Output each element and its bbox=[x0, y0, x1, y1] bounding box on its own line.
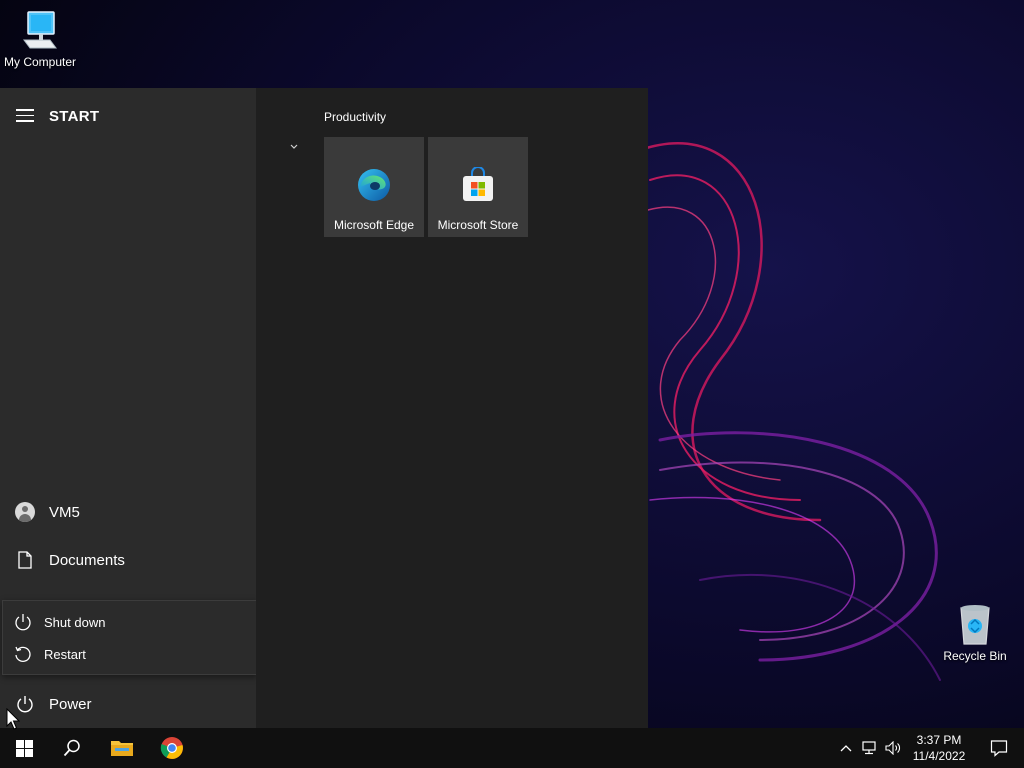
computer-icon bbox=[23, 11, 57, 49]
network-icon[interactable] bbox=[862, 740, 878, 756]
restart-label: Restart bbox=[44, 646, 86, 662]
clock-date: 11/4/2022 bbox=[912, 749, 966, 763]
taskbar: 3:37 PM 11/4/2022 bbox=[0, 728, 1024, 768]
shut-down-menu-item[interactable]: Shut down bbox=[3, 607, 256, 637]
taskbar-clock[interactable]: 3:37 PM 11/4/2022 bbox=[905, 732, 973, 764]
documents-label: Documents bbox=[49, 551, 125, 569]
search-icon bbox=[63, 739, 80, 757]
tile-label: Microsoft Edge bbox=[333, 218, 415, 232]
tile-group-label[interactable]: Productivity bbox=[324, 110, 386, 124]
power-options-menu: Shut down Restart bbox=[2, 600, 257, 675]
windows-logo-icon bbox=[15, 739, 33, 757]
power-item[interactable]: Power bbox=[0, 682, 256, 726]
user-account-item[interactable]: VM5 bbox=[0, 490, 256, 534]
start-button[interactable] bbox=[0, 728, 48, 768]
desktop-icon-label: Recycle Bin bbox=[943, 649, 1007, 663]
chevron-down-icon[interactable] bbox=[289, 143, 299, 151]
action-center-button[interactable] bbox=[974, 728, 1024, 768]
mouse-pointer-icon bbox=[6, 708, 20, 730]
user-avatar-icon bbox=[15, 502, 35, 522]
chrome-taskbar-button[interactable] bbox=[148, 728, 196, 768]
document-icon bbox=[18, 551, 32, 569]
recycle-bin-icon bbox=[960, 605, 990, 645]
notification-icon bbox=[990, 740, 1008, 757]
microsoft-edge-tile[interactable]: Microsoft Edge bbox=[324, 137, 424, 237]
start-menu-title: START bbox=[49, 108, 100, 125]
folder-icon bbox=[111, 741, 133, 756]
search-button[interactable] bbox=[48, 728, 96, 768]
tile-label: Microsoft Store bbox=[437, 218, 519, 232]
user-account-label: VM5 bbox=[49, 503, 80, 521]
power-label: Power bbox=[49, 695, 92, 713]
power-icon bbox=[15, 614, 31, 631]
start-menu-tiles-pane: Productivity Microsoft Edge Microsoft St… bbox=[256, 88, 648, 728]
volume-icon[interactable] bbox=[885, 740, 901, 756]
shut-down-label: Shut down bbox=[44, 614, 106, 630]
file-explorer-taskbar-button[interactable] bbox=[98, 728, 146, 768]
clock-time: 3:37 PM bbox=[916, 733, 962, 747]
documents-item[interactable]: Documents bbox=[0, 538, 256, 582]
desktop-icon-label: My Computer bbox=[3, 55, 77, 69]
restart-menu-item[interactable]: Restart bbox=[3, 639, 256, 669]
microsoft-store-tile[interactable]: Microsoft Store bbox=[428, 137, 528, 237]
edge-icon bbox=[358, 169, 390, 201]
restart-icon bbox=[15, 646, 31, 663]
hamburger-menu-icon[interactable] bbox=[16, 109, 34, 122]
store-icon bbox=[463, 167, 493, 201]
recycle-bin-desktop-icon[interactable]: Recycle Bin bbox=[935, 602, 1015, 663]
my-computer-desktop-icon[interactable]: My Computer bbox=[0, 8, 80, 69]
chevron-up-icon[interactable] bbox=[838, 740, 854, 756]
chrome-icon bbox=[160, 737, 183, 759]
